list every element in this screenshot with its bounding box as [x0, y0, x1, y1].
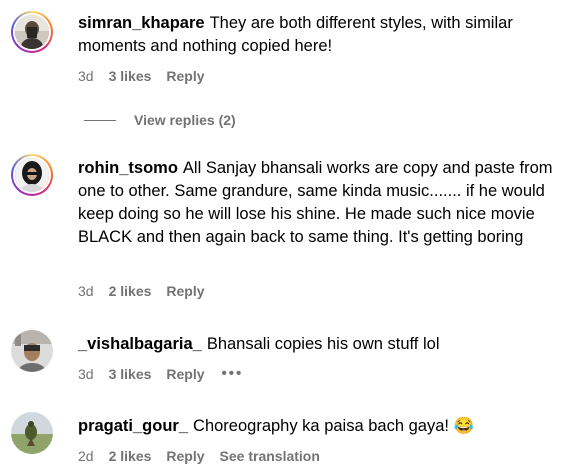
- comment-username[interactable]: simran_khapare: [78, 14, 205, 32]
- comment-username[interactable]: _vishalbagaria_: [78, 335, 202, 353]
- comment-age[interactable]: 2d: [78, 448, 94, 464]
- likes-count[interactable]: 2 likes: [109, 448, 152, 464]
- comment-meta: 3d 3 likes Reply: [78, 68, 220, 84]
- comment-body: Choreography ka paisa bach gaya! 😂: [193, 417, 475, 435]
- likes-count[interactable]: 3 likes: [109, 68, 152, 84]
- view-replies-label: View replies (2): [134, 112, 236, 128]
- comment-text: pragati_gour_ Choreography ka paisa bach …: [78, 415, 558, 438]
- avatar[interactable]: [11, 154, 53, 196]
- likes-count[interactable]: 3 likes: [109, 366, 152, 382]
- avatar[interactable]: [11, 412, 53, 454]
- comment-age[interactable]: 3d: [78, 366, 94, 382]
- comment-text: simran_khapare They are both different st…: [78, 12, 558, 58]
- comment-meta: 3d 3 likes Reply •••: [78, 365, 258, 382]
- reply-button[interactable]: Reply: [166, 366, 204, 382]
- avatar[interactable]: [11, 11, 53, 53]
- comment-username[interactable]: pragati_gour_: [78, 417, 188, 435]
- comment-text: _vishalbagaria_ Bhansali copies his own s…: [78, 333, 558, 356]
- comment-age[interactable]: 3d: [78, 283, 94, 299]
- comment-username[interactable]: rohin_tsomo: [78, 159, 178, 177]
- comment-text: rohin_tsomo All Sanjay bhansali works are…: [78, 157, 558, 249]
- comment-age[interactable]: 3d: [78, 68, 94, 84]
- avatar[interactable]: [11, 330, 53, 372]
- comment-body: Bhansali copies his own stuff lol: [206, 335, 440, 353]
- view-replies-button[interactable]: View replies (2): [84, 112, 236, 128]
- comment-meta: 2d 2 likes Reply See translation: [78, 448, 335, 464]
- likes-count[interactable]: 2 likes: [109, 283, 152, 299]
- more-options-icon[interactable]: •••: [222, 365, 244, 382]
- divider: [84, 119, 116, 121]
- see-translation-button[interactable]: See translation: [220, 448, 320, 464]
- reply-button[interactable]: Reply: [166, 448, 204, 464]
- reply-button[interactable]: Reply: [166, 68, 204, 84]
- comment-meta: 3d 2 likes Reply: [78, 283, 220, 299]
- reply-button[interactable]: Reply: [166, 283, 204, 299]
